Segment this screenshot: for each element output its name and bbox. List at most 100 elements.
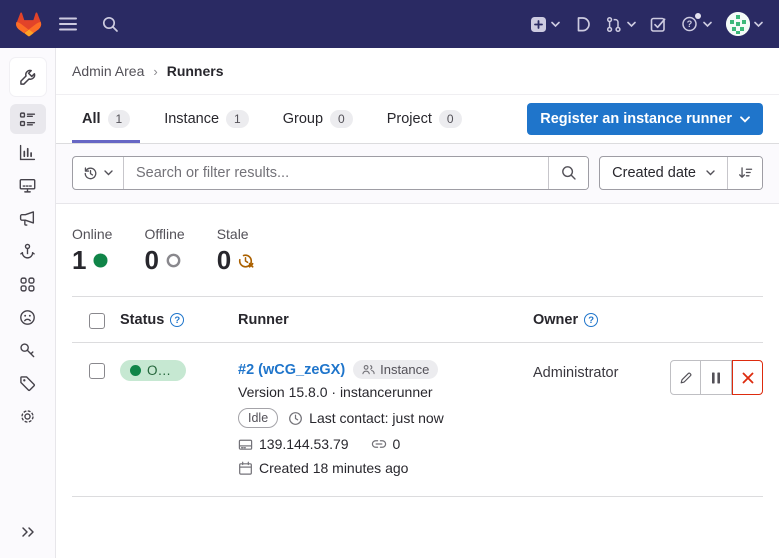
chevron-down-icon bbox=[551, 21, 560, 28]
stat-stale-label: Stale bbox=[217, 226, 255, 242]
breadcrumb-separator: › bbox=[153, 64, 157, 79]
help-menu[interactable]: ? bbox=[681, 15, 712, 33]
owner-help-icon[interactable] bbox=[584, 313, 598, 327]
offline-ring-icon bbox=[166, 253, 181, 268]
tab-instance[interactable]: Instance 1 bbox=[154, 95, 259, 143]
stat-online-value: 1 bbox=[72, 245, 86, 276]
tab-group[interactable]: Group 0 bbox=[273, 95, 363, 143]
runner-owner: Administrator bbox=[533, 360, 663, 381]
hamburger-menu-icon[interactable] bbox=[52, 8, 84, 40]
stat-online-label: Online bbox=[72, 226, 112, 242]
overview-list-icon bbox=[19, 111, 36, 128]
runner-jobs-count[interactable]: 0 bbox=[393, 436, 401, 452]
gear-icon bbox=[19, 408, 36, 425]
chevron-down-icon bbox=[703, 21, 712, 28]
new-plus-menu[interactable] bbox=[530, 16, 560, 33]
online-dot-icon bbox=[130, 365, 141, 376]
online-dot-icon bbox=[93, 253, 108, 268]
breadcrumb: Admin Area › Runners bbox=[56, 48, 779, 95]
column-status: Status bbox=[120, 312, 238, 328]
tab-all[interactable]: All 1 bbox=[72, 95, 140, 143]
stat-stale: Stale 0 bbox=[217, 226, 255, 276]
runner-tabs-bar: All 1 Instance 1 Group 0 Project 0 Regis… bbox=[56, 95, 779, 144]
stat-offline-label: Offline bbox=[144, 226, 184, 242]
sort-controls: Created date bbox=[599, 156, 763, 190]
apps-grid-icon bbox=[19, 276, 36, 293]
issues-menu[interactable] bbox=[574, 16, 591, 33]
register-button-label: Register an instance runner bbox=[540, 111, 732, 127]
column-owner-label: Owner bbox=[533, 312, 578, 328]
stat-offline-value: 0 bbox=[144, 245, 158, 276]
main-content: Admin Area › Runners All 1 Instance 1 Gr… bbox=[56, 48, 779, 558]
runner-table-header: Status Runner Owner bbox=[72, 296, 763, 343]
sidebar-item-deploy-keys[interactable] bbox=[10, 335, 46, 365]
stat-offline: Offline 0 bbox=[144, 226, 184, 276]
sidebar-item-monitoring[interactable] bbox=[10, 170, 46, 200]
breadcrumb-runners[interactable]: Runners bbox=[167, 63, 224, 79]
close-x-icon bbox=[742, 372, 754, 384]
help-icon: ? bbox=[681, 15, 699, 33]
tab-label: All bbox=[82, 111, 101, 127]
search-icon[interactable] bbox=[94, 8, 126, 40]
chart-icon bbox=[19, 144, 36, 161]
sidebar-item-messages[interactable] bbox=[10, 203, 46, 233]
sort-by-dropdown[interactable]: Created date bbox=[600, 157, 727, 189]
tab-label: Project bbox=[387, 111, 432, 127]
sort-descending-icon bbox=[738, 166, 753, 180]
tab-label: Group bbox=[283, 111, 323, 127]
user-menu[interactable] bbox=[726, 12, 763, 36]
issues-icon bbox=[574, 16, 591, 33]
merge-requests-menu[interactable] bbox=[605, 16, 636, 33]
sidebar-item-settings[interactable] bbox=[10, 401, 46, 431]
edit-runner-button[interactable] bbox=[670, 360, 701, 395]
runner-type-label: Instance bbox=[380, 362, 429, 377]
tab-count-badge: 0 bbox=[439, 110, 462, 128]
chevron-down-icon bbox=[627, 21, 636, 28]
link-icon bbox=[371, 438, 387, 450]
select-all-checkbox[interactable] bbox=[89, 313, 105, 329]
delete-runner-button[interactable] bbox=[732, 360, 763, 395]
pause-icon bbox=[711, 372, 721, 384]
sidebar-item-analytics[interactable] bbox=[10, 137, 46, 167]
history-icon bbox=[83, 166, 98, 181]
expand-sidebar-toggle[interactable] bbox=[10, 518, 46, 546]
search-history-dropdown[interactable] bbox=[73, 157, 124, 189]
plus-square-icon bbox=[530, 16, 547, 33]
chevron-double-right-icon bbox=[21, 526, 35, 538]
status-help-icon[interactable] bbox=[170, 313, 184, 327]
tab-project[interactable]: Project 0 bbox=[377, 95, 472, 143]
todo-check-square-icon bbox=[650, 16, 667, 33]
sidebar-item-labels[interactable] bbox=[10, 368, 46, 398]
merge-request-icon bbox=[605, 16, 623, 33]
runner-table-row: Online #2 (wCG_zeGX) Instance Version 15… bbox=[72, 343, 763, 497]
search-filter-box bbox=[72, 156, 589, 190]
sidebar-item-applications[interactable] bbox=[10, 269, 46, 299]
sidebar-item-overview[interactable] bbox=[10, 104, 46, 134]
runner-version-line: Version 15.8.0 · instancerunner bbox=[238, 384, 533, 400]
sort-direction-button[interactable] bbox=[727, 157, 762, 189]
runner-status-badge: Online bbox=[120, 360, 186, 381]
sidebar-item-admin-area[interactable] bbox=[10, 58, 46, 96]
sidebar-item-abuse-reports[interactable] bbox=[10, 302, 46, 332]
chevron-down-icon bbox=[104, 170, 113, 176]
admin-sidebar bbox=[0, 48, 56, 558]
sidebar-item-system-hooks[interactable] bbox=[10, 236, 46, 266]
user-avatar bbox=[726, 12, 750, 36]
runner-name-link[interactable]: #2 (wCG_zeGX) bbox=[238, 362, 345, 378]
column-runner: Runner bbox=[238, 312, 533, 328]
people-icon bbox=[362, 364, 375, 375]
gitlab-logo-icon[interactable] bbox=[16, 12, 42, 37]
column-owner: Owner bbox=[533, 312, 663, 328]
pause-runner-button[interactable] bbox=[701, 360, 732, 395]
search-input[interactable] bbox=[124, 157, 548, 189]
monitor-icon bbox=[19, 177, 36, 194]
breadcrumb-admin-area[interactable]: Admin Area bbox=[72, 63, 144, 79]
calendar-icon bbox=[238, 461, 253, 476]
clock-icon bbox=[288, 411, 303, 426]
row-checkbox[interactable] bbox=[89, 363, 105, 379]
search-submit-button[interactable] bbox=[548, 157, 588, 189]
register-instance-runner-button[interactable]: Register an instance runner bbox=[527, 103, 763, 135]
chevron-down-icon bbox=[754, 21, 763, 28]
todos-menu[interactable] bbox=[650, 16, 667, 33]
notification-dot bbox=[695, 13, 701, 19]
